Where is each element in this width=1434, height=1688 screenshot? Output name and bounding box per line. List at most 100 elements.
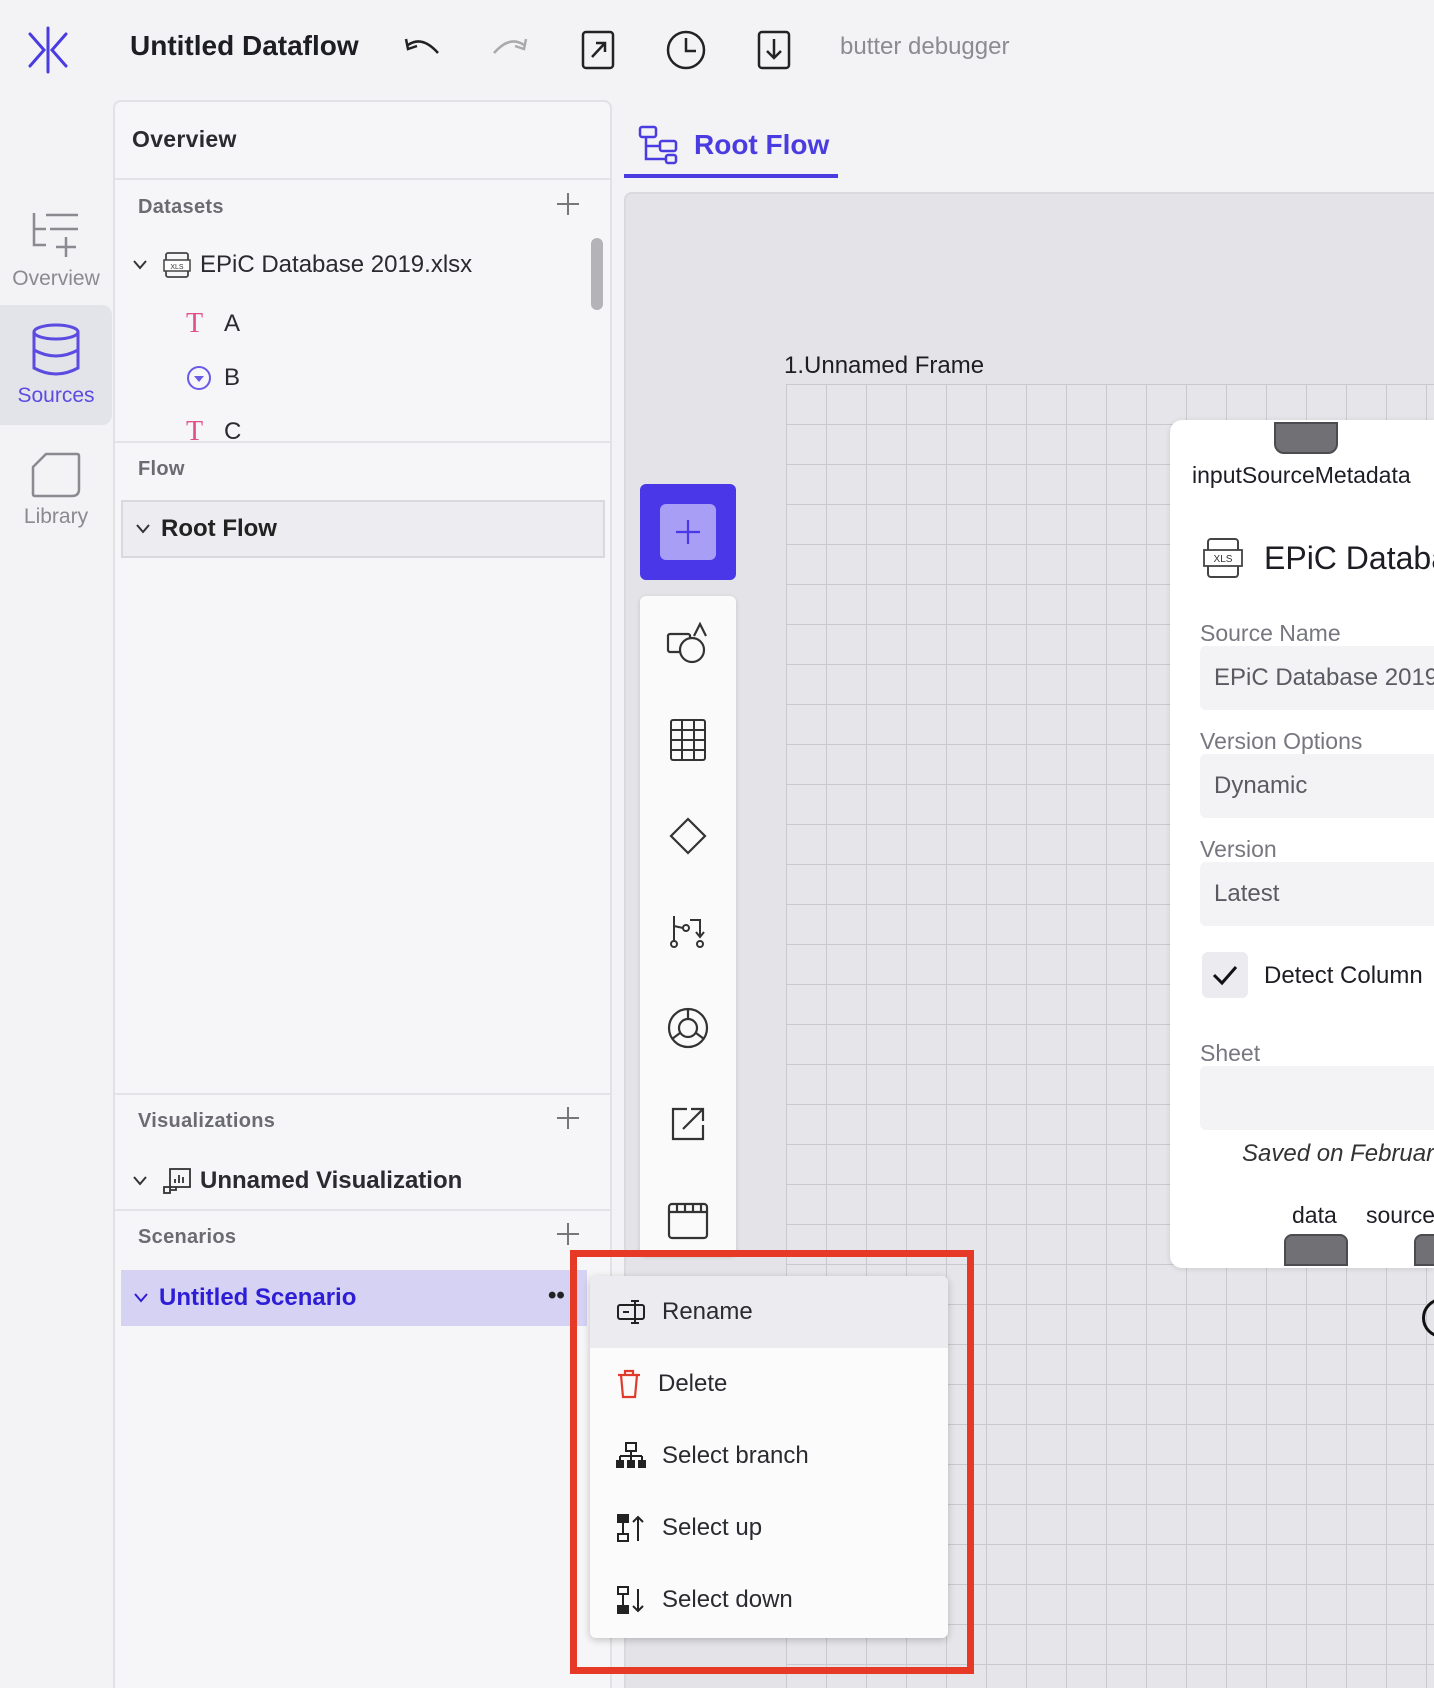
datasets-scrollbar[interactable] xyxy=(591,238,603,310)
history-button[interactable] xyxy=(660,24,712,76)
add-scenario-button[interactable] xyxy=(554,1220,582,1248)
visualization-item[interactable]: Unnamed Visualization xyxy=(132,1166,462,1196)
redo-button[interactable] xyxy=(484,24,536,76)
annotation-highlight xyxy=(570,1250,974,1674)
category-type-icon xyxy=(187,366,211,390)
version-label: Version xyxy=(1200,836,1277,862)
divider xyxy=(115,178,610,180)
external-link-icon xyxy=(671,1107,705,1141)
transform-icon xyxy=(670,916,705,948)
nav-sources-label: Sources xyxy=(17,384,95,407)
text-type-icon: T xyxy=(186,308,204,339)
table-tool[interactable] xyxy=(662,714,714,766)
xls-file-icon: XLS xyxy=(163,252,191,278)
database-icon xyxy=(32,323,80,376)
root-flow-label: Root Flow xyxy=(161,515,277,542)
detect-column-checkbox[interactable] xyxy=(1202,952,1248,998)
version-options-select[interactable]: Dynamic xyxy=(1200,754,1434,818)
plus-icon xyxy=(557,1223,579,1245)
visualizations-label: Visualizations xyxy=(138,1110,276,1132)
add-visualization-button[interactable] xyxy=(554,1104,582,1132)
flow-label: Flow xyxy=(138,458,185,480)
export-button[interactable] xyxy=(572,24,624,76)
scenario-label: Untitled Scenario xyxy=(159,1284,357,1311)
text-type-icon: T xyxy=(186,416,204,440)
source-name-label: Source Name xyxy=(1200,620,1341,646)
transform-tool[interactable] xyxy=(662,906,714,958)
undo-icon xyxy=(404,38,439,54)
output-port-source[interactable] xyxy=(1414,1234,1434,1266)
sheet-label: Sheet xyxy=(1200,1040,1261,1066)
version-options-label: Version Options xyxy=(1200,728,1363,754)
download-icon xyxy=(757,30,791,70)
divider xyxy=(115,441,610,443)
column-row[interactable]: T A xyxy=(186,308,240,340)
frame-label[interactable]: 1.Unnamed Frame xyxy=(784,352,984,380)
redo-icon xyxy=(493,38,528,54)
tab-root-flow[interactable]: Root Flow xyxy=(624,116,838,178)
column-row[interactable]: B xyxy=(186,364,240,392)
input-port-label: inputSourceMetadata xyxy=(1192,462,1411,488)
overview-icon xyxy=(32,213,78,257)
nav-library[interactable]: Library xyxy=(0,430,112,550)
dataset-file-row[interactable]: XLS EPiC Database 2019.xlsx xyxy=(132,250,472,280)
chevron-down-icon xyxy=(134,1293,148,1303)
debugger-link[interactable]: butter debugger xyxy=(840,33,1009,61)
svg-text:XLS: XLS xyxy=(170,264,184,271)
chevron-down-icon xyxy=(136,524,150,534)
scenarios-label: Scenarios xyxy=(138,1226,237,1248)
nav-overview-label: Overview xyxy=(12,267,100,290)
frame-icon xyxy=(667,1202,709,1240)
plus-icon xyxy=(676,520,700,544)
visualization-label: Unnamed Visualization xyxy=(200,1167,463,1194)
nav-sources[interactable]: Sources xyxy=(0,305,112,425)
column-row-clipped[interactable]: T C xyxy=(186,416,286,440)
svg-text:XLS: XLS xyxy=(1214,554,1233,565)
check-icon xyxy=(1212,966,1238,986)
history-icon xyxy=(666,30,706,70)
pie-chart-icon xyxy=(667,1007,709,1049)
output-port-data[interactable] xyxy=(1284,1234,1348,1266)
sheet-select[interactable] xyxy=(1200,1066,1434,1130)
input-port[interactable] xyxy=(1274,422,1338,454)
shapes-icon xyxy=(666,622,707,664)
saved-status: Saved on Februar xyxy=(1242,1140,1434,1167)
detect-column-label: Detect Column xyxy=(1264,962,1423,989)
shapes-tool[interactable] xyxy=(662,618,714,670)
export-tool[interactable] xyxy=(662,1098,714,1150)
scenario-item[interactable]: Untitled Scenario xyxy=(121,1270,587,1326)
root-flow-item[interactable]: Root Flow xyxy=(121,500,605,558)
column-name: A xyxy=(224,310,241,337)
output-port-label: source xyxy=(1366,1202,1434,1228)
nav-library-label: Library xyxy=(23,505,89,528)
output-port-label: data xyxy=(1292,1202,1337,1228)
condition-tool[interactable] xyxy=(662,810,714,862)
dataset-file-name: EPiC Database 2019.xlsx xyxy=(200,251,473,278)
analysis-tool[interactable] xyxy=(662,1002,714,1054)
version-select[interactable]: Latest xyxy=(1200,862,1434,926)
diamond-icon xyxy=(669,817,707,855)
plus-icon xyxy=(557,1107,579,1129)
column-name: B xyxy=(224,364,241,391)
logo-icon[interactable] xyxy=(22,24,74,76)
frame-tool[interactable] xyxy=(662,1194,714,1246)
source-name-field[interactable]: EPiC Database 2019 xyxy=(1200,646,1434,710)
add-node-button[interactable] xyxy=(640,484,736,580)
column-name: C xyxy=(224,418,242,440)
dataflow-title[interactable]: Untitled Dataflow xyxy=(130,30,359,62)
chevron-down-icon xyxy=(133,1176,147,1186)
node-title: EPiC Databa xyxy=(1264,540,1434,576)
nav-overview[interactable]: Overview xyxy=(0,190,112,310)
add-dataset-button[interactable] xyxy=(554,190,582,218)
divider xyxy=(115,1209,610,1211)
scenario-more-button[interactable]: •• xyxy=(548,1282,565,1310)
flow-tree-icon xyxy=(638,125,678,165)
download-button[interactable] xyxy=(748,24,800,76)
chevron-down-icon xyxy=(133,260,147,270)
xls-file-icon: XLS xyxy=(1202,536,1244,580)
undo-button[interactable] xyxy=(396,24,448,76)
datasets-label: Datasets xyxy=(138,196,224,218)
plus-icon xyxy=(557,193,579,215)
panel-title: Overview xyxy=(132,126,237,152)
export-icon xyxy=(581,30,615,70)
